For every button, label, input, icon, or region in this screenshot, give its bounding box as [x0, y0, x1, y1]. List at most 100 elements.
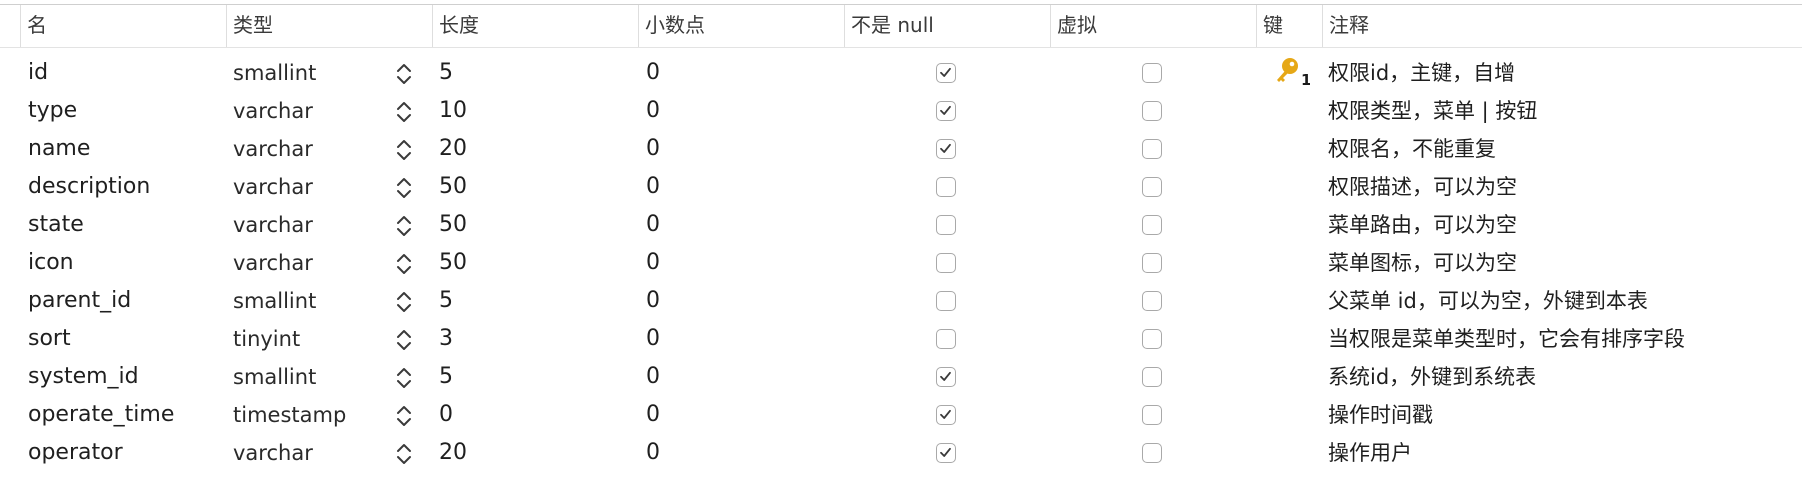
field-name[interactable]: state — [28, 206, 84, 244]
field-decimal[interactable]: 0 — [646, 206, 660, 244]
type-stepper-icon[interactable] — [395, 289, 413, 315]
field-length[interactable]: 0 — [439, 396, 453, 434]
field-decimal[interactable]: 0 — [646, 396, 660, 434]
field-name[interactable]: system_id — [28, 358, 139, 396]
field-comment[interactable]: 操作用户 — [1328, 434, 1412, 472]
field-length[interactable]: 20 — [439, 130, 467, 168]
field-decimal[interactable]: 0 — [646, 282, 660, 320]
column-header-not-null[interactable]: 不是 null — [844, 5, 1050, 47]
virtual-checkbox[interactable] — [1142, 367, 1162, 387]
field-type[interactable]: smallint — [233, 282, 316, 320]
virtual-checkbox[interactable] — [1142, 215, 1162, 235]
field-type[interactable]: varchar — [233, 434, 313, 472]
field-comment[interactable]: 菜单路由，可以为空 — [1328, 206, 1517, 244]
field-name[interactable]: sort — [28, 320, 71, 358]
field-type[interactable]: varchar — [233, 92, 313, 130]
field-name[interactable]: operator — [28, 434, 123, 472]
field-type[interactable]: varchar — [233, 130, 313, 168]
field-name[interactable]: description — [28, 168, 150, 206]
field-length[interactable]: 3 — [439, 320, 453, 358]
not-null-checkbox[interactable] — [936, 63, 956, 83]
field-comment[interactable]: 父菜单 id，可以为空，外键到本表 — [1328, 282, 1648, 320]
not-null-checkbox[interactable] — [936, 177, 956, 197]
not-null-checkbox[interactable] — [936, 291, 956, 311]
virtual-checkbox[interactable] — [1142, 329, 1162, 349]
not-null-checkbox[interactable] — [936, 367, 956, 387]
type-stepper-icon[interactable] — [395, 365, 413, 391]
virtual-checkbox[interactable] — [1142, 443, 1162, 463]
type-stepper-icon[interactable] — [395, 403, 413, 429]
type-stepper-icon[interactable] — [395, 327, 413, 353]
not-null-checkbox[interactable] — [936, 139, 956, 159]
virtual-checkbox[interactable] — [1142, 177, 1162, 197]
virtual-checkbox[interactable] — [1142, 253, 1162, 273]
virtual-checkbox[interactable] — [1142, 139, 1162, 159]
field-name[interactable]: icon — [28, 244, 74, 282]
type-stepper-icon[interactable] — [395, 251, 413, 277]
column-header-decimal[interactable]: 小数点 — [638, 5, 844, 47]
table-row[interactable]: name varchar 20 0 权限名，不能重复 — [0, 130, 1802, 168]
not-null-checkbox[interactable] — [936, 253, 956, 273]
field-decimal[interactable]: 0 — [646, 130, 660, 168]
field-comment[interactable]: 菜单图标，可以为空 — [1328, 244, 1517, 282]
field-name[interactable]: name — [28, 130, 90, 168]
field-length[interactable]: 50 — [439, 206, 467, 244]
virtual-checkbox[interactable] — [1142, 63, 1162, 83]
type-stepper-icon[interactable] — [395, 99, 413, 125]
type-stepper-icon[interactable] — [395, 175, 413, 201]
field-decimal[interactable]: 0 — [646, 168, 660, 206]
field-decimal[interactable]: 0 — [646, 54, 660, 92]
not-null-checkbox[interactable] — [936, 101, 956, 121]
table-row[interactable]: id smallint 5 0 1 权限id，主键，自增 — [0, 54, 1802, 92]
field-name[interactable]: type — [28, 92, 77, 130]
virtual-checkbox[interactable] — [1142, 101, 1162, 121]
field-type[interactable]: tinyint — [233, 320, 300, 358]
field-length[interactable]: 5 — [439, 282, 453, 320]
field-decimal[interactable]: 0 — [646, 320, 660, 358]
field-name[interactable]: id — [28, 54, 48, 92]
table-row[interactable]: parent_id smallint 5 0 父菜单 id，可以为空，外键到本表 — [0, 282, 1802, 320]
not-null-checkbox[interactable] — [936, 329, 956, 349]
field-length[interactable]: 5 — [439, 54, 453, 92]
field-name[interactable]: parent_id — [28, 282, 131, 320]
field-comment[interactable]: 操作时间戳 — [1328, 396, 1433, 434]
field-type[interactable]: varchar — [233, 168, 313, 206]
field-length[interactable]: 50 — [439, 244, 467, 282]
column-header-length[interactable]: 长度 — [432, 5, 638, 47]
field-comment[interactable]: 权限id，主键，自增 — [1328, 54, 1515, 92]
table-row[interactable]: system_id smallint 5 0 系统id，外键到系统表 — [0, 358, 1802, 396]
not-null-checkbox[interactable] — [936, 405, 956, 425]
table-row[interactable]: state varchar 50 0 菜单路由，可以为空 — [0, 206, 1802, 244]
virtual-checkbox[interactable] — [1142, 291, 1162, 311]
field-length[interactable]: 5 — [439, 358, 453, 396]
field-comment[interactable]: 权限名，不能重复 — [1328, 130, 1496, 168]
table-row[interactable]: description varchar 50 0 权限描述，可以为空 — [0, 168, 1802, 206]
field-type[interactable]: timestamp — [233, 396, 346, 434]
table-row[interactable]: sort tinyint 3 0 当权限是菜单类型时，它会有排序字段 — [0, 320, 1802, 358]
field-type[interactable]: varchar — [233, 206, 313, 244]
field-length[interactable]: 10 — [439, 92, 467, 130]
type-stepper-icon[interactable] — [395, 61, 413, 87]
not-null-checkbox[interactable] — [936, 443, 956, 463]
field-comment[interactable]: 权限类型，菜单 | 按钮 — [1328, 92, 1537, 130]
field-comment[interactable]: 系统id，外键到系统表 — [1328, 358, 1536, 396]
type-stepper-icon[interactable] — [395, 441, 413, 467]
table-row[interactable]: icon varchar 50 0 菜单图标，可以为空 — [0, 244, 1802, 282]
type-stepper-icon[interactable] — [395, 137, 413, 163]
field-decimal[interactable]: 0 — [646, 244, 660, 282]
type-stepper-icon[interactable] — [395, 213, 413, 239]
field-type[interactable]: smallint — [233, 358, 316, 396]
column-header-type[interactable]: 类型 — [226, 5, 432, 47]
field-decimal[interactable]: 0 — [646, 358, 660, 396]
field-comment[interactable]: 当权限是菜单类型时，它会有排序字段 — [1328, 320, 1685, 358]
field-decimal[interactable]: 0 — [646, 92, 660, 130]
field-length[interactable]: 50 — [439, 168, 467, 206]
field-name[interactable]: operate_time — [28, 396, 174, 434]
table-row[interactable]: operator varchar 20 0 操作用户 — [0, 434, 1802, 472]
column-header-virtual[interactable]: 虚拟 — [1050, 5, 1256, 47]
table-row[interactable]: operate_time timestamp 0 0 操作时间戳 — [0, 396, 1802, 434]
field-type[interactable]: varchar — [233, 244, 313, 282]
field-decimal[interactable]: 0 — [646, 434, 660, 472]
field-comment[interactable]: 权限描述，可以为空 — [1328, 168, 1517, 206]
column-header-comment[interactable]: 注释 — [1322, 5, 1802, 47]
